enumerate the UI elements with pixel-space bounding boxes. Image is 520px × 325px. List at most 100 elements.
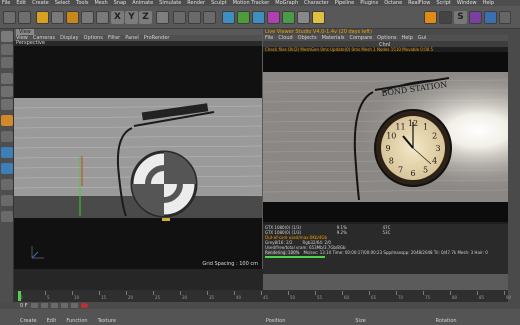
render-settings-icon[interactable] [203, 11, 216, 24]
viewport-menu-item[interactable]: ProRender [144, 35, 170, 41]
quantize-icon[interactable] [1, 163, 13, 174]
workplane-icon[interactable] [1, 57, 13, 68]
octane-plus-icon[interactable] [424, 11, 437, 24]
tab-edit[interactable]: Edit [47, 318, 57, 324]
live-viewer-menu-item[interactable]: Help [401, 35, 412, 41]
clock-numeral: 11 [395, 122, 405, 131]
prev-frame-icon[interactable] [40, 303, 48, 308]
timeline-label: 70 [398, 295, 404, 300]
y-axis-toggle[interactable]: Y [125, 11, 138, 24]
last-tool-icon[interactable] [96, 11, 109, 24]
viewport-menu-item[interactable]: Display [60, 35, 78, 41]
octane-icon[interactable] [439, 11, 452, 24]
lock-workplane-icon[interactable] [1, 179, 13, 190]
viewport-menu-item[interactable]: Filter [108, 35, 120, 41]
scale-icon[interactable] [66, 11, 79, 24]
timeline-tick [261, 291, 262, 295]
next-frame-icon[interactable] [60, 303, 68, 308]
play-icon[interactable] [50, 303, 58, 308]
record-icon[interactable] [80, 303, 88, 308]
attr-rotation: Rotation [435, 318, 457, 324]
snap-icon[interactable] [1, 147, 13, 158]
render-stats-panel: GTX 1080(0) (1/3) 9.1% 47C GTX 1080(0) (1/… [263, 224, 508, 274]
live-select-icon[interactable] [36, 11, 49, 24]
clock-numeral: 8 [389, 157, 394, 166]
clock-numeral: 7 [398, 166, 403, 175]
attr-position: Position [265, 318, 286, 324]
octane-material-icon[interactable] [484, 11, 497, 24]
clock-numeral: 5 [423, 166, 428, 175]
coord-system-icon[interactable] [156, 11, 169, 24]
render-stats-line: Ms/sec: 13.10 Time: 00:00:17/00:00:23 Sp… [303, 250, 488, 255]
timeline-tick [342, 291, 343, 295]
layout-icon[interactable] [499, 11, 511, 24]
timeline-label: 80 [452, 295, 458, 300]
timeline-tick [180, 291, 181, 295]
deformer-icon[interactable] [267, 11, 280, 24]
viewport-menu-item[interactable]: Panel [125, 35, 139, 41]
timeline-label: 30 [182, 295, 188, 300]
perspective-viewport[interactable]: View View Cameras Display Options Filter Pane… [14, 29, 262, 269]
channel-select[interactable]: Chnl [379, 42, 390, 48]
timeline-label: 20 [128, 295, 134, 300]
z-axis-toggle[interactable]: Z [139, 11, 152, 24]
live-viewer-menu-item[interactable]: Materials [322, 35, 345, 41]
grid-icon[interactable] [1, 211, 13, 222]
timeline-label: 50 [290, 295, 296, 300]
timeline-tick [99, 291, 100, 295]
timeline-label: 55 [317, 295, 323, 300]
points-mode-icon[interactable] [1, 73, 13, 84]
live-viewer-menu-item[interactable]: Compare [349, 35, 372, 41]
cube-icon[interactable] [222, 11, 235, 24]
timeline-label: 65 [371, 295, 377, 300]
timeline[interactable]: 0 5 10 15 20 25 30 35 40 45 50 55 60 65 70 75 80 85 90 [14, 290, 512, 302]
go-end-icon[interactable] [70, 303, 78, 308]
live-viewer-menu-item[interactable]: Options [377, 35, 396, 41]
render-pv-icon[interactable] [188, 11, 201, 24]
clock-numeral: 6 [410, 169, 415, 178]
go-start-icon[interactable] [30, 303, 38, 308]
octane-s-icon[interactable]: S [454, 11, 467, 24]
timeline-label: 45 [263, 295, 269, 300]
live-viewer[interactable]: Live Viewer Studio V4.0-1.4v (20 days le… [263, 29, 508, 274]
subdivision-icon[interactable] [237, 11, 250, 24]
move-icon[interactable] [51, 11, 64, 24]
tab-create[interactable]: Create [20, 318, 37, 324]
x-axis-toggle[interactable]: X [111, 11, 124, 24]
texture-icon[interactable] [1, 44, 13, 55]
light-icon[interactable] [312, 11, 325, 24]
timeline-label: 90 [506, 295, 512, 300]
undo-icon[interactable] [3, 11, 16, 24]
timeline-tick [234, 291, 235, 295]
octane-psr-icon[interactable] [469, 11, 482, 24]
live-viewer-menu-item[interactable]: File [265, 35, 273, 41]
timeline-playhead[interactable] [18, 291, 21, 301]
edges-mode-icon[interactable] [1, 86, 13, 97]
make-editable-icon[interactable] [1, 31, 13, 42]
polygons-mode-icon[interactable] [1, 99, 13, 110]
enable-axis-icon[interactable] [1, 115, 13, 126]
array-icon[interactable] [252, 11, 265, 24]
rendering-progress-bar [265, 256, 325, 258]
rotate-icon[interactable] [81, 11, 94, 24]
timeline-label: 5 [47, 295, 50, 300]
planar-icon[interactable] [1, 195, 13, 206]
tab-function[interactable]: Function [66, 318, 87, 324]
live-viewer-menu-item[interactable]: Gui [418, 35, 426, 41]
timeline-tick [315, 291, 316, 295]
transport-bar: 0 F [0, 302, 520, 309]
scene-icon[interactable] [282, 11, 295, 24]
timeline-tick [126, 291, 127, 295]
tab-texture[interactable]: Texture [98, 318, 116, 324]
render-view-icon[interactable] [173, 11, 186, 24]
viewport-menu-item[interactable]: Options [84, 35, 103, 41]
timeline-tick [45, 291, 46, 295]
live-viewer-menu-item[interactable]: Objects [298, 35, 317, 41]
redo-icon[interactable] [18, 11, 31, 24]
camera-icon[interactable] [297, 11, 310, 24]
timeline-label: 60 [344, 295, 350, 300]
timeline-tick [288, 291, 289, 295]
soft-select-icon[interactable] [1, 131, 13, 142]
live-viewer-menu-item[interactable]: Cloud [278, 35, 292, 41]
clock-numeral: 1 [423, 122, 428, 131]
